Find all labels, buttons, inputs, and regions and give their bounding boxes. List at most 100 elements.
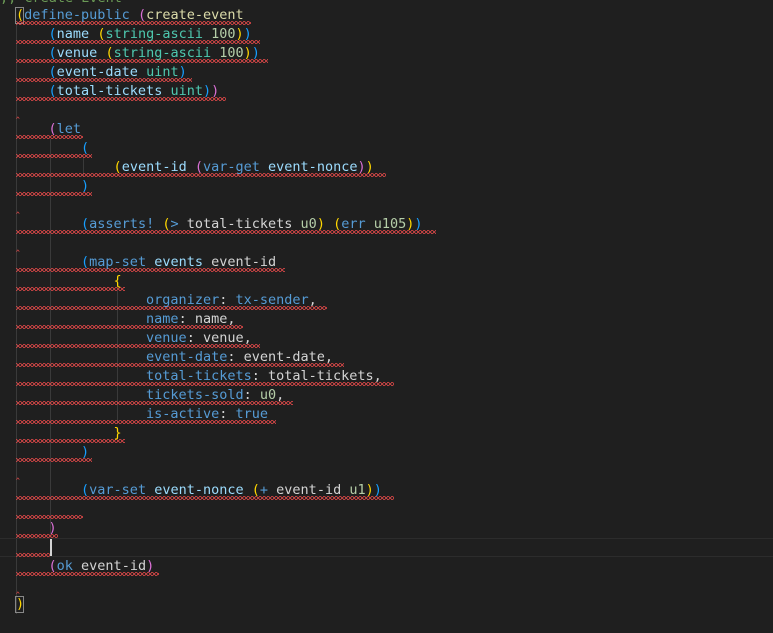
code-token: ( (48, 64, 57, 80)
code-token: ok (56, 558, 73, 574)
code-token: var-get (203, 159, 260, 175)
code-token: event-date (146, 349, 228, 365)
code-token: total-tickets (178, 216, 301, 232)
code-token: ( (113, 159, 122, 175)
code-line: (map-set events event-id (16, 253, 773, 272)
code-token: ( (16, 7, 25, 23)
code-line: (name (string-ascii 100)) (16, 25, 773, 44)
code-editor[interactable]: ;; Create Event ‸‸‸‸‸ (define-public (cr… (0, 0, 773, 633)
code-token: ( (194, 159, 203, 175)
code-token: venue (146, 330, 187, 346)
code-token: } (113, 425, 122, 441)
code-line: (total-tickets uint)) (16, 82, 773, 101)
code-line: venue: venue, (16, 329, 773, 348)
code-token: ( (48, 121, 57, 137)
code-token: create-event (146, 7, 244, 23)
code-token: map-set (89, 254, 147, 270)
code-token: : (219, 406, 236, 422)
code-line: (let (16, 120, 773, 139)
code-token: : (243, 387, 260, 403)
code-token: ( (333, 216, 342, 232)
code-token: ) (178, 64, 187, 80)
code-token: u0 (300, 216, 317, 232)
code-token: ) (211, 83, 220, 99)
code-line: (event-id (var-get event-nonce)) (16, 158, 773, 177)
code-token: string-ascii (105, 26, 203, 42)
code-token: u0 (259, 387, 277, 403)
code-token: event-id (72, 558, 147, 574)
code-token: ) (48, 520, 57, 536)
code-token: ) (81, 178, 90, 194)
code-token: ( (81, 254, 90, 270)
code-token: asserts! (89, 216, 155, 232)
code-token: ) (243, 45, 252, 61)
code-token: name (146, 311, 179, 327)
code-line: (event-date uint) (16, 63, 773, 82)
code-line: is-active: true (16, 405, 773, 424)
code-token: uint (146, 64, 179, 80)
code-token: ( (251, 482, 260, 498)
code-line: name: name, (16, 310, 773, 329)
code-token: ) (365, 159, 374, 175)
code-token: tx-sender (235, 292, 309, 308)
code-line: event-date: event-date, (16, 348, 773, 367)
code-token: event-date (56, 64, 138, 80)
code-token: true (235, 406, 268, 422)
code-token: u1 (349, 482, 366, 498)
code-token: uint (170, 83, 203, 99)
code-line: (asserts! (> total-tickets u0) (err u105… (16, 215, 773, 234)
code-token: ) (251, 45, 260, 61)
code-line: ) (16, 519, 773, 538)
code-line: organizer: tx-sender, (16, 291, 773, 310)
code-token: event-nonce (268, 159, 358, 175)
code-line: ( (16, 139, 773, 158)
code-line: (var-set event-nonce (+ event-id u1)) (16, 481, 773, 500)
code-line: ) (16, 595, 773, 614)
code-token: total-tickets (146, 368, 252, 384)
code-line: (define-public (create-event (16, 6, 773, 25)
code-token: ) (146, 558, 155, 574)
code-token: event-nonce (154, 482, 244, 498)
code-token: ( (48, 45, 57, 61)
code-token: events (154, 254, 203, 270)
code-token: venue (56, 45, 98, 61)
code-token: ( (81, 140, 90, 156)
code-token: : total-tickets, (251, 368, 382, 384)
code-token: : name, (178, 311, 236, 327)
code-token: : venue, (186, 330, 252, 346)
code-line: tickets-sold: u0, (16, 386, 773, 405)
code-line: } (16, 424, 773, 443)
code-token: define-public (24, 7, 130, 23)
code-token: let (56, 121, 82, 137)
code-token: ( (48, 558, 57, 574)
code-token: ( (81, 216, 90, 232)
code-token: , (308, 292, 317, 308)
code-token: , (276, 387, 285, 403)
code-token: event-id (121, 159, 187, 175)
code-token: ) (16, 596, 25, 612)
code-line: ) (16, 177, 773, 196)
